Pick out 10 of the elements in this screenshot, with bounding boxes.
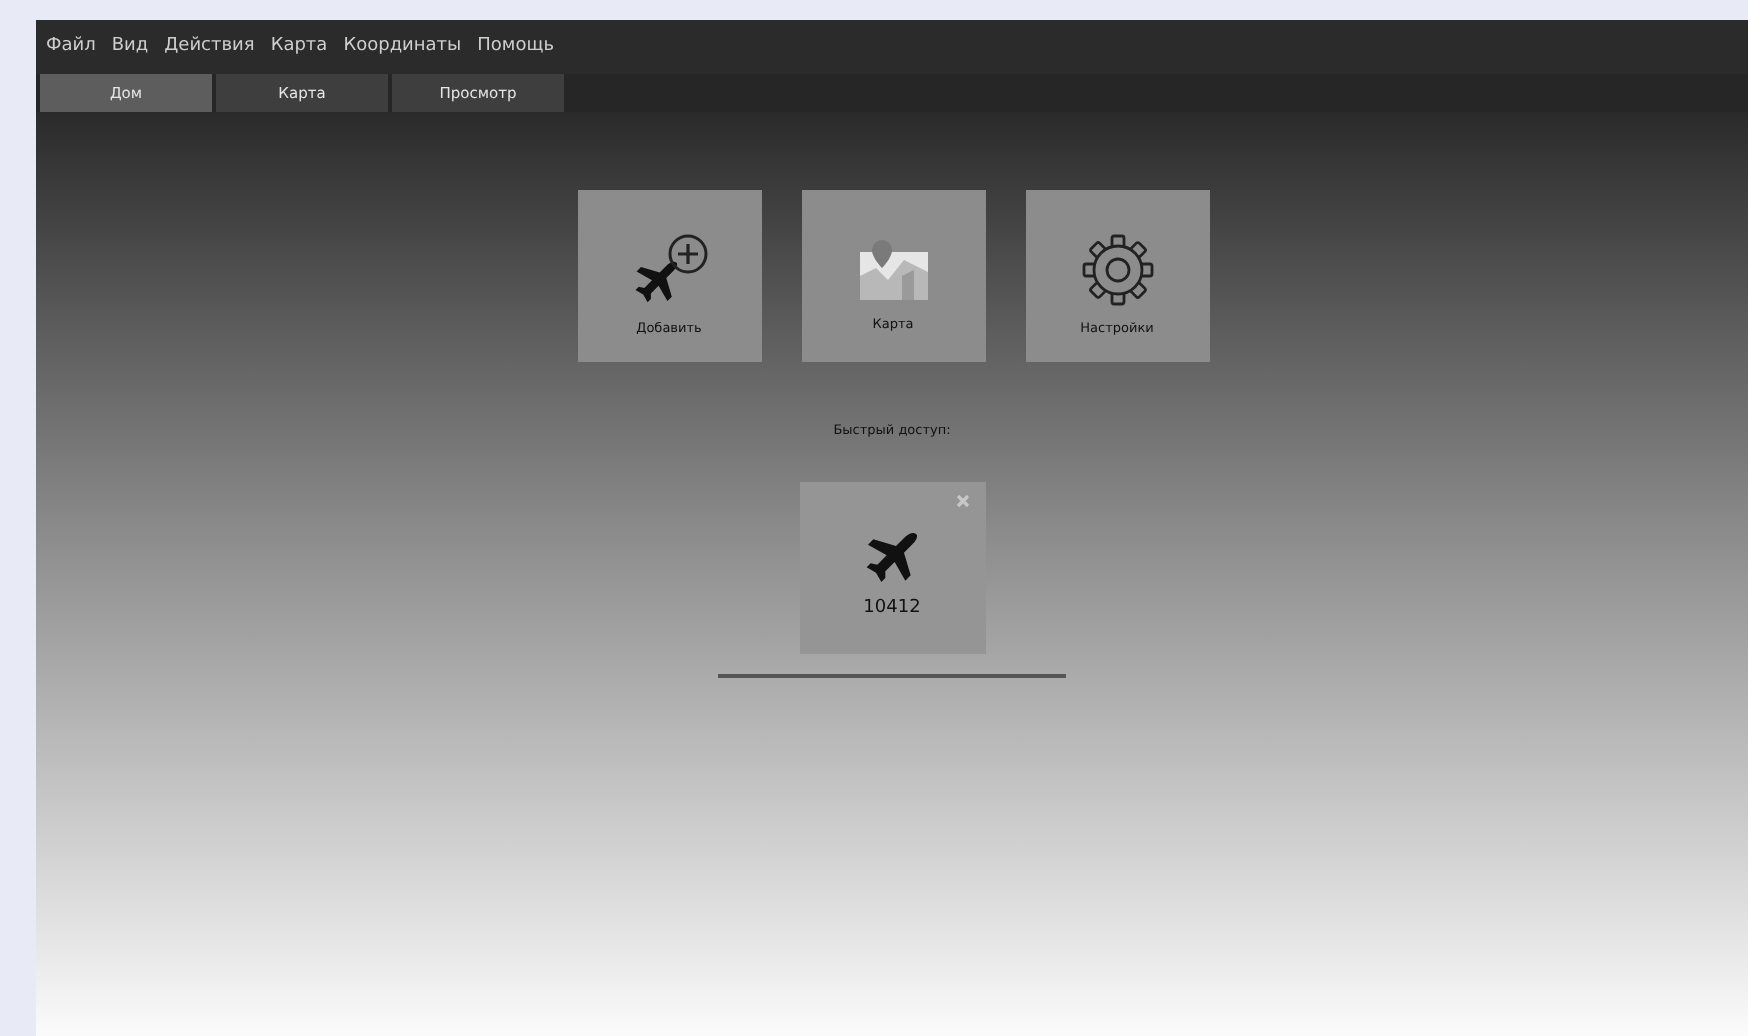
- map-icon: [857, 236, 929, 304]
- menu-item[interactable]: Файл: [44, 35, 98, 55]
- close-icon[interactable]: [955, 494, 969, 508]
- settings-icon: [1079, 232, 1155, 308]
- menu-item[interactable]: Помощь: [475, 35, 556, 55]
- menu-item[interactable]: Карта: [268, 35, 330, 55]
- menu-item[interactable]: Координаты: [341, 35, 464, 55]
- menu-item[interactable]: Действия: [162, 35, 257, 55]
- menu-item[interactable]: Вид: [109, 35, 151, 55]
- quick-access-tile[interactable]: 10412: [799, 482, 985, 654]
